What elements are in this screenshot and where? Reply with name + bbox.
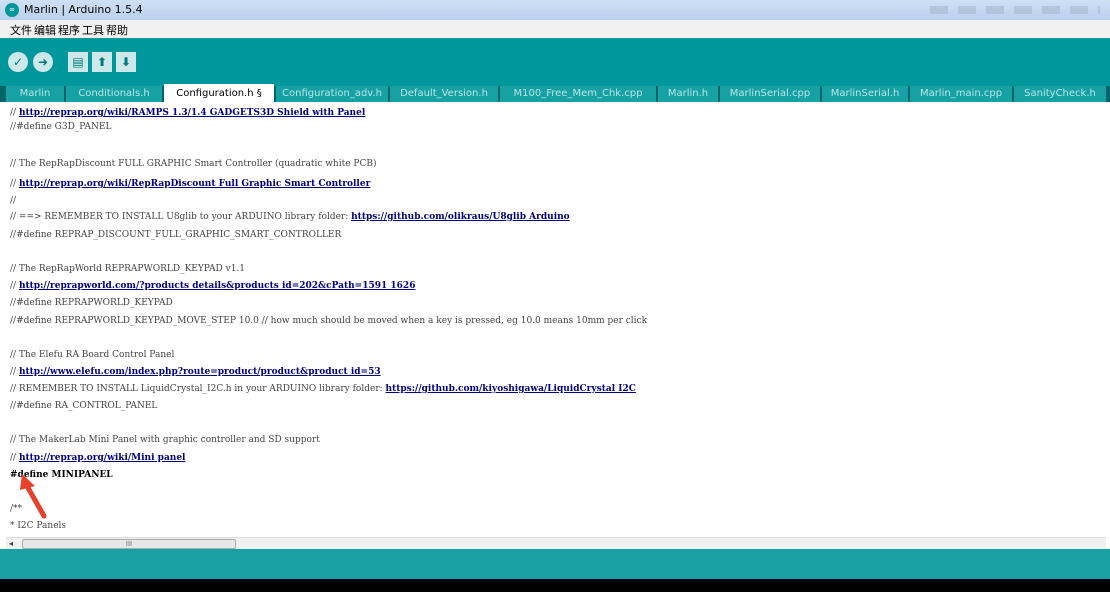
code-link[interactable]: https://github.com/kiyoshigawa/LiquidCry… <box>386 384 636 394</box>
code-link[interactable]: http://www.elefu.com/index.php?route=pro… <box>19 367 381 377</box>
annotation-arrow-icon <box>20 474 47 519</box>
code-line: //#define REPRAP_DISCOUNT_FULL_GRAPHIC_S… <box>10 230 342 240</box>
code-line: * I2C Panels <box>10 521 67 531</box>
code-line: // ==> REMEMBER TO INSTALL U8glib to you… <box>10 212 570 222</box>
code-line: //#define G3D_PANEL <box>10 122 112 132</box>
upload-icon[interactable]: ➜ <box>33 52 53 72</box>
code-editor[interactable]: // http://reprap.org/wiki/RAMPS 1.3/1.4 … <box>0 102 1110 537</box>
new-icon[interactable]: ▤ <box>68 52 88 72</box>
code-line: // http://reprap.org/wiki/Mini panel <box>10 453 186 463</box>
menu-help[interactable]: 帮助 <box>106 22 128 38</box>
open-icon[interactable]: ⬆ <box>92 52 112 72</box>
verify-icon[interactable]: ✓ <box>8 52 28 72</box>
tab-marlin-h[interactable]: Marlin.h <box>658 86 718 102</box>
tab-default-version[interactable]: Default_Version.h <box>390 86 498 102</box>
menu-sketch[interactable]: 程序 <box>58 22 80 38</box>
code-line: // <box>10 196 17 206</box>
code-line: //#define RA_CONTROL_PANEL <box>10 401 158 411</box>
menubar: 文件 编辑 程序 工具 帮助 <box>0 20 1110 38</box>
code-link[interactable]: https://github.com/olikraus/U8glib Ardui… <box>351 212 570 222</box>
menu-edit[interactable]: 编辑 <box>34 22 56 38</box>
code-link[interactable]: http://reprap.org/wiki/RAMPS 1.3/1.4 GAD… <box>19 108 365 118</box>
scrollbar-thumb[interactable]: III <box>22 539 236 549</box>
tab-configuration[interactable]: Configuration.h § <box>164 84 274 102</box>
code-line: //#define REPRAPWORLD_KEYPAD_MOVE_STEP 1… <box>10 316 648 326</box>
code-line: // The Elefu RA Board Control Panel <box>10 350 175 360</box>
console-output <box>0 579 1110 592</box>
code-line: // The RepRapWorld REPRAPWORLD_KEYPAD v1… <box>10 264 246 274</box>
tab-configuration-adv[interactable]: Configuration_adv.h <box>276 86 388 102</box>
window-titlebar: ∞ Marlin | Arduino 1.5.4 <box>0 0 1110 20</box>
menu-file[interactable]: 文件 <box>10 22 32 38</box>
code-line: // http://reprapworld.com/?products deta… <box>10 281 416 291</box>
status-bar <box>0 549 1110 579</box>
tab-marlinserial-cpp[interactable]: MarlinSerial.cpp <box>720 86 820 102</box>
code-line: // The MakerLab Mini Panel with graphic … <box>10 435 320 445</box>
code-line: // http://reprap.org/wiki/RepRapDiscount… <box>10 179 371 189</box>
toolbar: ✓ ➜ ▤ ⬆ ⬇ <box>0 38 1110 86</box>
code-link[interactable]: http://reprap.org/wiki/Mini panel <box>19 453 186 463</box>
menu-tools[interactable]: 工具 <box>82 22 104 38</box>
tab-conditionals[interactable]: Conditionals.h <box>66 86 162 102</box>
tab-m100-free-mem[interactable]: M100_Free_Mem_Chk.cpp <box>500 86 656 102</box>
window-controls-blurred <box>930 6 1100 14</box>
window-title: Marlin | Arduino 1.5.4 <box>24 3 143 16</box>
tab-marlin-main[interactable]: Marlin_main.cpp <box>910 86 1012 102</box>
code-line: // The RepRapDiscount FULL GRAPHIC Smart… <box>10 159 377 169</box>
code-link[interactable]: http://reprapworld.com/?products details… <box>19 281 416 291</box>
tab-marlin[interactable]: Marlin <box>6 86 64 102</box>
tab-sanitycheck[interactable]: SanityCheck.h <box>1014 86 1106 102</box>
save-icon[interactable]: ⬇ <box>116 52 136 72</box>
horizontal-scrollbar[interactable]: ◂ III <box>6 537 1106 549</box>
code-line: // http://www.elefu.com/index.php?route=… <box>10 367 381 377</box>
code-link[interactable]: http://reprap.org/wiki/RepRapDiscount Fu… <box>19 179 370 189</box>
arduino-logo-icon: ∞ <box>5 3 19 17</box>
scroll-left-arrow-icon[interactable]: ◂ <box>9 538 13 549</box>
tab-marlinserial-h[interactable]: MarlinSerial.h <box>822 86 908 102</box>
code-line: // REMEMBER TO INSTALL LiquidCrystal_I2C… <box>10 384 636 394</box>
code-line: //#define REPRAPWORLD_KEYPAD <box>10 298 173 308</box>
code-line: // http://reprap.org/wiki/RAMPS 1.3/1.4 … <box>10 108 366 118</box>
file-tabs: Marlin Conditionals.h Configuration.h § … <box>0 84 1110 102</box>
